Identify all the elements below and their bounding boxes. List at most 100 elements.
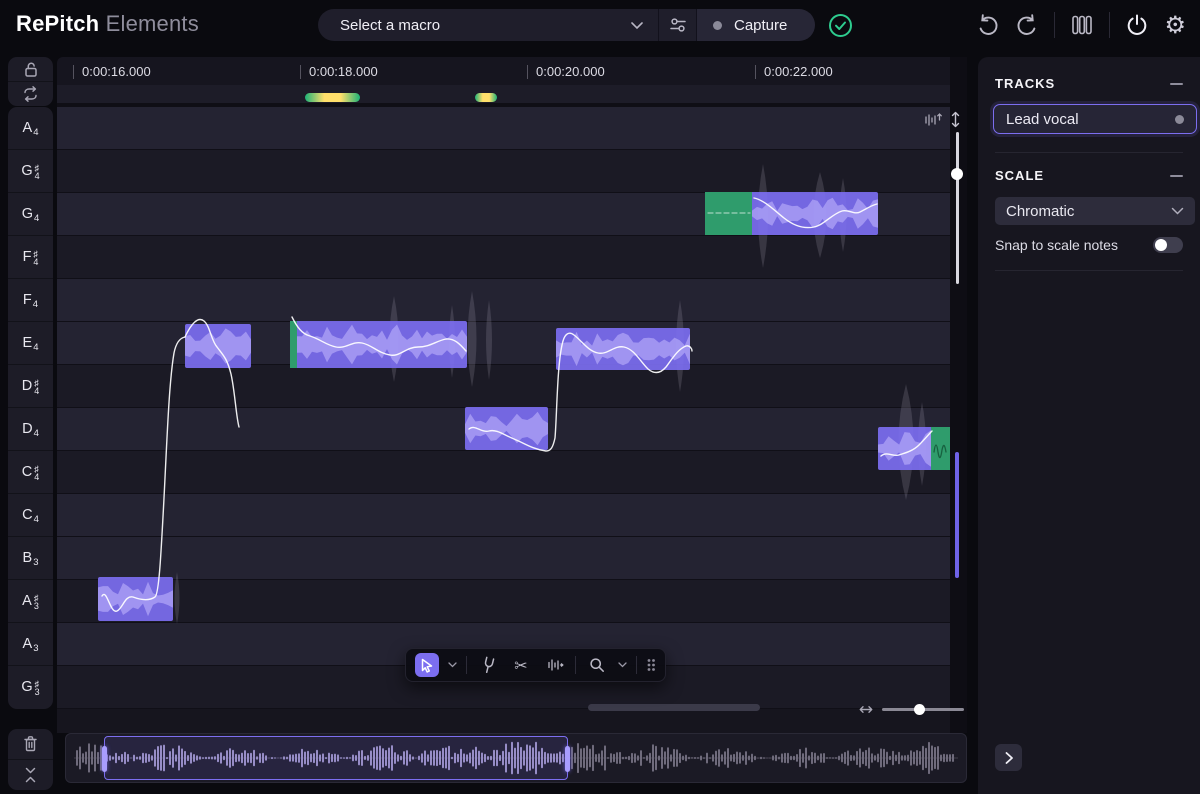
pitch-lane-As3 <box>57 580 950 623</box>
loop-button[interactable] <box>8 82 53 106</box>
macro-select[interactable]: Select a macro <box>318 9 658 41</box>
expand-panel-button[interactable] <box>995 744 1022 771</box>
amplitude-zoom-button[interactable] <box>924 111 943 128</box>
note-key-D4[interactable]: D4 <box>8 408 53 451</box>
capture-range-strip <box>57 85 950 103</box>
horizontal-zoom-knob[interactable] <box>914 704 925 715</box>
time-label: 0:00:22.000 <box>764 64 833 79</box>
scale-title: SCALE <box>995 168 1044 183</box>
vertical-scrollbar[interactable] <box>955 452 959 578</box>
horizontal-zoom-button[interactable] <box>858 702 874 717</box>
note-key-B3[interactable]: B3 <box>8 537 53 580</box>
segment-waveform <box>556 328 690 370</box>
segment-waveform <box>705 192 878 235</box>
vertical-zoom-knob[interactable] <box>951 168 963 180</box>
selection-left-handle[interactable] <box>102 746 107 772</box>
note-key-G4[interactable]: G4 <box>8 193 53 236</box>
layout-panels-button[interactable] <box>1070 13 1094 37</box>
note-key-A4[interactable]: A4 <box>8 107 53 150</box>
redo-icon <box>1015 13 1039 37</box>
chevron-right-icon <box>1004 751 1014 765</box>
drag-handle-icon[interactable] <box>646 658 656 672</box>
check-circle-icon <box>828 13 853 38</box>
ruler-tick <box>755 65 756 79</box>
lock-button[interactable] <box>8 57 53 82</box>
segment-waveform <box>878 427 950 470</box>
note-key-F4[interactable]: F4 <box>8 279 53 322</box>
divider <box>636 656 637 674</box>
note-key-E4[interactable]: E4 <box>8 322 53 365</box>
note-segment-E4[interactable] <box>290 321 467 368</box>
divider <box>1109 12 1110 38</box>
note-key-Gs3[interactable]: G♯3 <box>8 666 53 708</box>
note-key-C4[interactable]: C4 <box>8 494 53 537</box>
sidebar-top-group <box>8 57 53 106</box>
view-range-selection[interactable] <box>104 736 568 780</box>
note-key-As3[interactable]: A♯3 <box>8 580 53 623</box>
divider <box>575 656 576 674</box>
vertical-scroll-mode-button[interactable] <box>948 111 963 128</box>
snap-label: Snap to scale notes <box>995 237 1118 253</box>
snap-toggle[interactable] <box>1153 237 1183 253</box>
lock-icon <box>22 61 40 78</box>
note-key-Fs4[interactable]: F♯4 <box>8 236 53 279</box>
select-tool-button[interactable] <box>415 653 439 677</box>
note-key-A3[interactable]: A3 <box>8 623 53 666</box>
segment-waveform <box>98 577 173 621</box>
undo-button[interactable] <box>976 13 1000 37</box>
collapse-scale-icon[interactable] <box>1170 175 1183 177</box>
macro-select-value: Select a macro <box>340 17 440 34</box>
scale-select-value: Chromatic <box>1006 203 1074 220</box>
note-segment-E4[interactable] <box>556 328 690 370</box>
bypass-power-button[interactable] <box>1125 13 1149 37</box>
columns-icon <box>1070 13 1094 37</box>
note-key-Gs4[interactable]: G♯4 <box>8 150 53 193</box>
top-bar-right-cluster: ⚙ <box>976 12 1186 38</box>
audio-overview-strip[interactable] <box>65 733 967 783</box>
magnifier-icon <box>589 657 605 673</box>
note-segment-E4[interactable] <box>185 324 251 368</box>
pitch-tool-button[interactable] <box>476 653 500 677</box>
time-ruler[interactable]: 0:00:16.0000:00:18.0000:00:20.0000:00:22… <box>57 57 950 85</box>
settings-button[interactable]: ⚙ <box>1164 13 1186 37</box>
right-panel: TRACKS Lead vocal SCALE Chromatic Snap t… <box>978 57 1200 794</box>
sliders-icon <box>668 16 688 34</box>
note-segment-G4[interactable] <box>705 192 878 235</box>
loop-icon <box>21 86 40 102</box>
note-key-Ds4[interactable]: D♯4 <box>8 365 53 408</box>
time-label: 0:00:18.000 <box>309 64 378 79</box>
note-segment-A#3[interactable] <box>98 577 173 621</box>
scale-select[interactable]: Chromatic <box>995 197 1195 225</box>
top-bar: RePitch Elements Select a macro <box>0 0 1200 50</box>
divider <box>1054 12 1055 38</box>
track-item-lead-vocal[interactable]: Lead vocal <box>993 104 1197 134</box>
macro-capture-bar: Select a macro C <box>318 9 815 41</box>
redo-button[interactable] <box>1015 13 1039 37</box>
cut-tool-button[interactable]: ✂ <box>509 653 533 677</box>
track-status-dot-icon <box>1175 115 1184 124</box>
selection-right-handle[interactable] <box>565 746 570 772</box>
zoom-tool-button[interactable] <box>585 653 609 677</box>
tool-options-chevron-icon[interactable] <box>448 662 457 668</box>
tracks-section-header: TRACKS <box>995 76 1183 91</box>
tracks-title: TRACKS <box>995 76 1055 91</box>
warp-tool-button[interactable] <box>542 653 566 677</box>
tuning-fork-icon <box>481 656 496 674</box>
pitch-lane-C4 <box>57 494 950 537</box>
macro-settings-button[interactable] <box>659 9 696 41</box>
note-segment-D4[interactable] <box>465 407 548 450</box>
grid-footer-zone <box>57 709 950 733</box>
waveform-zoom-icon <box>924 111 943 128</box>
collapse-tracks-icon[interactable] <box>1170 83 1183 85</box>
note-segment-D4[interactable] <box>878 427 950 470</box>
sidebar-bottom-group <box>8 729 53 790</box>
horizontal-scrollbar[interactable] <box>588 704 760 711</box>
chevron-down-icon <box>1171 207 1184 215</box>
note-key-Cs4[interactable]: C♯4 <box>8 451 53 494</box>
delete-button[interactable] <box>8 729 53 760</box>
vertical-zoom-slider[interactable] <box>956 132 959 284</box>
trim-button[interactable] <box>8 760 53 790</box>
capture-button[interactable]: Capture <box>697 9 815 41</box>
divider <box>995 270 1183 271</box>
zoom-options-chevron-icon[interactable] <box>618 662 627 668</box>
